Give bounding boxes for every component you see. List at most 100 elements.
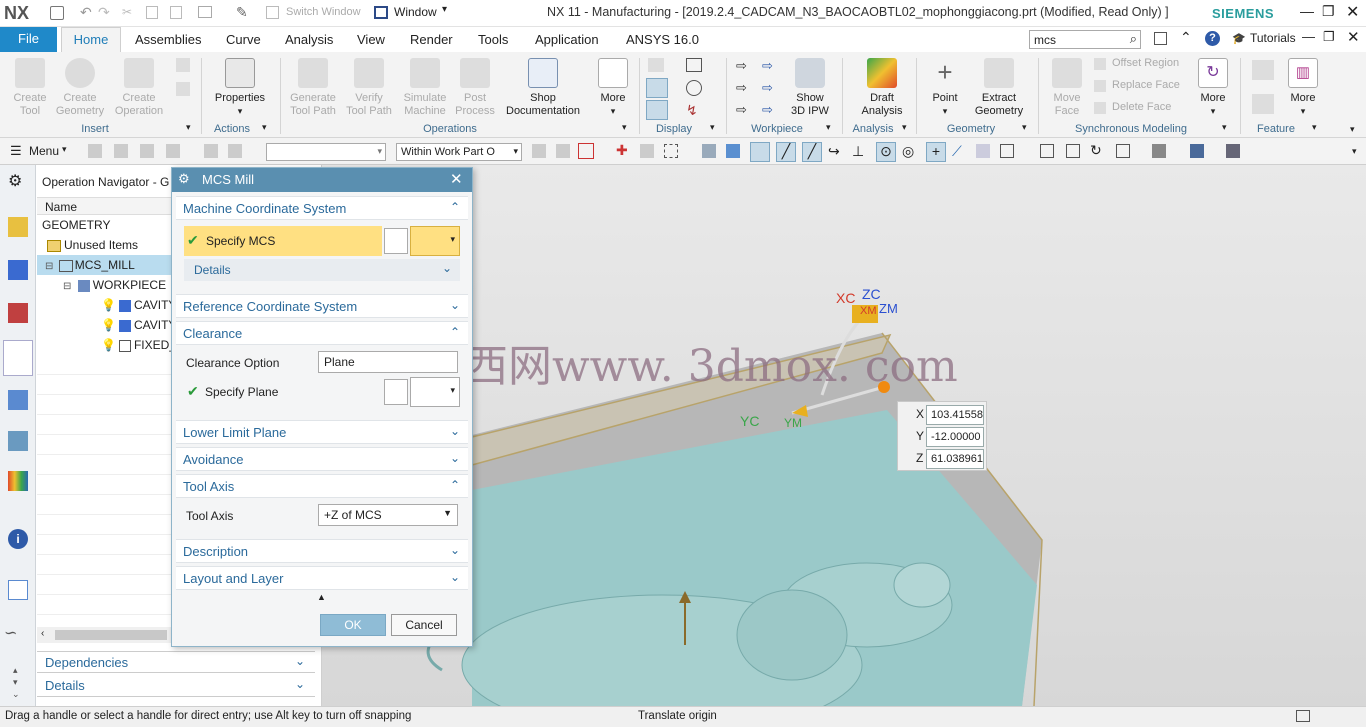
chevron-down-icon[interactable]: ▾ [262, 122, 267, 133]
machine-tool-navigator-icon[interactable] [8, 390, 28, 410]
delete-face-button[interactable]: Delete Face [1112, 101, 1171, 113]
display-icon-2[interactable] [646, 78, 668, 98]
display-icon-1[interactable] [648, 58, 664, 72]
resource-bar-options-icon[interactable]: ⌄ [12, 689, 20, 700]
search-input[interactable]: mcs [1034, 33, 1056, 47]
toolbar-icon-b[interactable] [114, 144, 128, 158]
inferred-csys-dropdown[interactable]: ▾ [410, 226, 460, 256]
workpiece-icon-1[interactable]: ⇨ [736, 58, 747, 74]
snap-icon-5[interactable]: ⊥ [852, 143, 864, 160]
create-operation-button[interactable]: Create Operation [110, 58, 168, 118]
chevron-down-icon[interactable]: ▾ [186, 122, 191, 133]
cancel-button[interactable]: Cancel [391, 614, 457, 636]
z-coordinate-input[interactable]: 61.038961 [926, 449, 984, 469]
snap-icon-6[interactable]: ⊙ [876, 142, 896, 162]
fullscreen-icon[interactable] [1296, 710, 1310, 722]
menu-button[interactable]: Menu [29, 144, 59, 158]
toolbar-icon-k[interactable] [640, 144, 654, 158]
show-3d-ipw-button[interactable]: Show 3D IPW [785, 58, 835, 118]
snap-icon-4[interactable]: ↪ [828, 143, 840, 160]
clearance-option-select[interactable]: Plane [318, 351, 458, 373]
graphics-window[interactable]: XC ZC XM ZM YC YM 草西网www. 3dmox. com X 1… [322, 165, 1366, 706]
ribbon-options-icon[interactable]: ▾ [1350, 124, 1355, 135]
tab-render[interactable]: Render [410, 32, 453, 47]
toolbar-icon-f[interactable] [228, 144, 242, 158]
copy-icon[interactable] [146, 6, 158, 19]
chevron-down-icon[interactable]: ▾ [710, 122, 715, 133]
x-coordinate-input[interactable]: 103.41558 [926, 405, 984, 425]
view-icon-3[interactable] [1116, 144, 1130, 158]
csys-dialog-button[interactable] [384, 228, 408, 254]
details-panel[interactable]: Details ⌄ [37, 675, 315, 697]
display-icon-6[interactable]: ↯ [686, 102, 698, 119]
view-icon-5[interactable] [1190, 144, 1204, 158]
switch-window-button[interactable]: Switch Window [286, 6, 361, 18]
tool-axis-select[interactable]: +Z of MCS ▼ [318, 504, 458, 526]
create-tool-button[interactable]: Create Tool [8, 58, 52, 118]
chevron-down-icon[interactable]: ▾ [442, 4, 447, 15]
snap-icon-11[interactable] [1000, 144, 1014, 158]
layout-layer-section[interactable]: Layout and Layer ⌄ [176, 566, 468, 590]
workpiece-icon-6[interactable]: ⇨ [762, 102, 773, 118]
display-icon-5[interactable] [686, 80, 702, 96]
scroll-left-icon[interactable]: ‹ [41, 628, 44, 639]
close-icon[interactable]: ✕ [450, 170, 463, 188]
constraint-navigator-icon[interactable] [8, 303, 28, 323]
shop-documentation-button[interactable]: Shop Documentation [500, 58, 586, 118]
tab-view[interactable]: View [357, 32, 385, 47]
workpiece-icon-5[interactable]: ⇨ [736, 102, 747, 118]
toolbar-icon-g[interactable] [532, 144, 546, 158]
reuse-library-icon[interactable] [8, 471, 28, 491]
tool-axis-section[interactable]: Tool Axis ⌃ [176, 474, 468, 498]
redo-icon[interactable]: ↷ [98, 4, 110, 21]
cut-icon[interactable]: ✂ [122, 5, 132, 19]
point-button[interactable]: + Point ▾ [926, 58, 964, 118]
tutorials-button[interactable]: Tutorials [1250, 31, 1296, 45]
simulate-machine-button[interactable]: Simulate Machine [398, 58, 452, 118]
tab-home[interactable]: Home [61, 27, 121, 53]
tab-application[interactable]: Application [535, 32, 599, 47]
snap-icon-1[interactable] [750, 142, 770, 162]
plane-dialog-button[interactable] [384, 379, 408, 405]
chevron-down-icon[interactable]: ▾ [1312, 122, 1317, 133]
reference-cs-section[interactable]: Reference Coordinate System ⌄ [176, 294, 468, 318]
specify-mcs-row[interactable]: ✔ Specify MCS [184, 226, 382, 256]
paste-icon[interactable] [170, 6, 182, 19]
feature-icon-2[interactable] [1252, 94, 1274, 114]
toolbar-icon-h[interactable] [556, 144, 570, 158]
doc-close-button[interactable]: ✕ [1347, 28, 1360, 46]
file-tab[interactable]: File [0, 27, 57, 52]
view-icon-2[interactable] [1066, 144, 1080, 158]
workpiece-icon-2[interactable]: ⇨ [762, 58, 773, 74]
toolbar-options-icon[interactable]: ▾ [1352, 146, 1357, 157]
inferred-plane-dropdown[interactable]: ▾ [410, 377, 460, 407]
create-geometry-button[interactable]: Create Geometry [53, 58, 107, 118]
repeat-command-icon[interactable] [198, 6, 212, 18]
tree-row-geometry[interactable]: GEOMETRY [42, 215, 110, 235]
sync-more-button[interactable]: ↻ More ▾ [1194, 58, 1232, 118]
workpiece-icon-3[interactable]: ⇨ [736, 80, 747, 96]
snap-icon-8[interactable]: + [926, 142, 946, 162]
toolbar-icon-d[interactable] [166, 144, 180, 158]
snap-icon-2[interactable]: ╱ [776, 142, 796, 162]
toolbar-icon-m[interactable] [702, 144, 716, 158]
replace-face-button[interactable]: Replace Face [1112, 79, 1180, 91]
snap-icon-3[interactable]: ╱ [802, 142, 822, 162]
move-face-button[interactable]: Move Face [1046, 58, 1088, 118]
view-icon-6[interactable] [1226, 144, 1240, 158]
tree-row-workpiece[interactable]: ⊟ WORKPIECE [63, 275, 166, 295]
toolbar-icon-l[interactable] [664, 144, 678, 158]
tab-assemblies[interactable]: Assemblies [135, 32, 201, 47]
display-icon-3[interactable] [646, 100, 668, 120]
info-icon[interactable]: i [8, 529, 28, 549]
command-finder[interactable]: mcs ⌕ [1029, 30, 1141, 49]
tab-ansys[interactable]: ANSYS 16.0 [626, 32, 699, 47]
machine-cs-section[interactable]: Machine Coordinate System ⌃ [176, 196, 468, 220]
workpiece-icon-4[interactable]: ⇨ [762, 80, 773, 96]
collapse-dialog-icon[interactable]: ▲ [317, 592, 326, 602]
tree-row-cavity-1[interactable]: 💡 CAVITY [101, 295, 176, 315]
rotate-icon[interactable]: ↻ [1090, 142, 1102, 159]
assembly-navigator-icon[interactable] [8, 260, 28, 280]
chevron-down-icon[interactable]: ▾ [826, 122, 831, 133]
part-navigator-icon[interactable] [8, 217, 28, 237]
